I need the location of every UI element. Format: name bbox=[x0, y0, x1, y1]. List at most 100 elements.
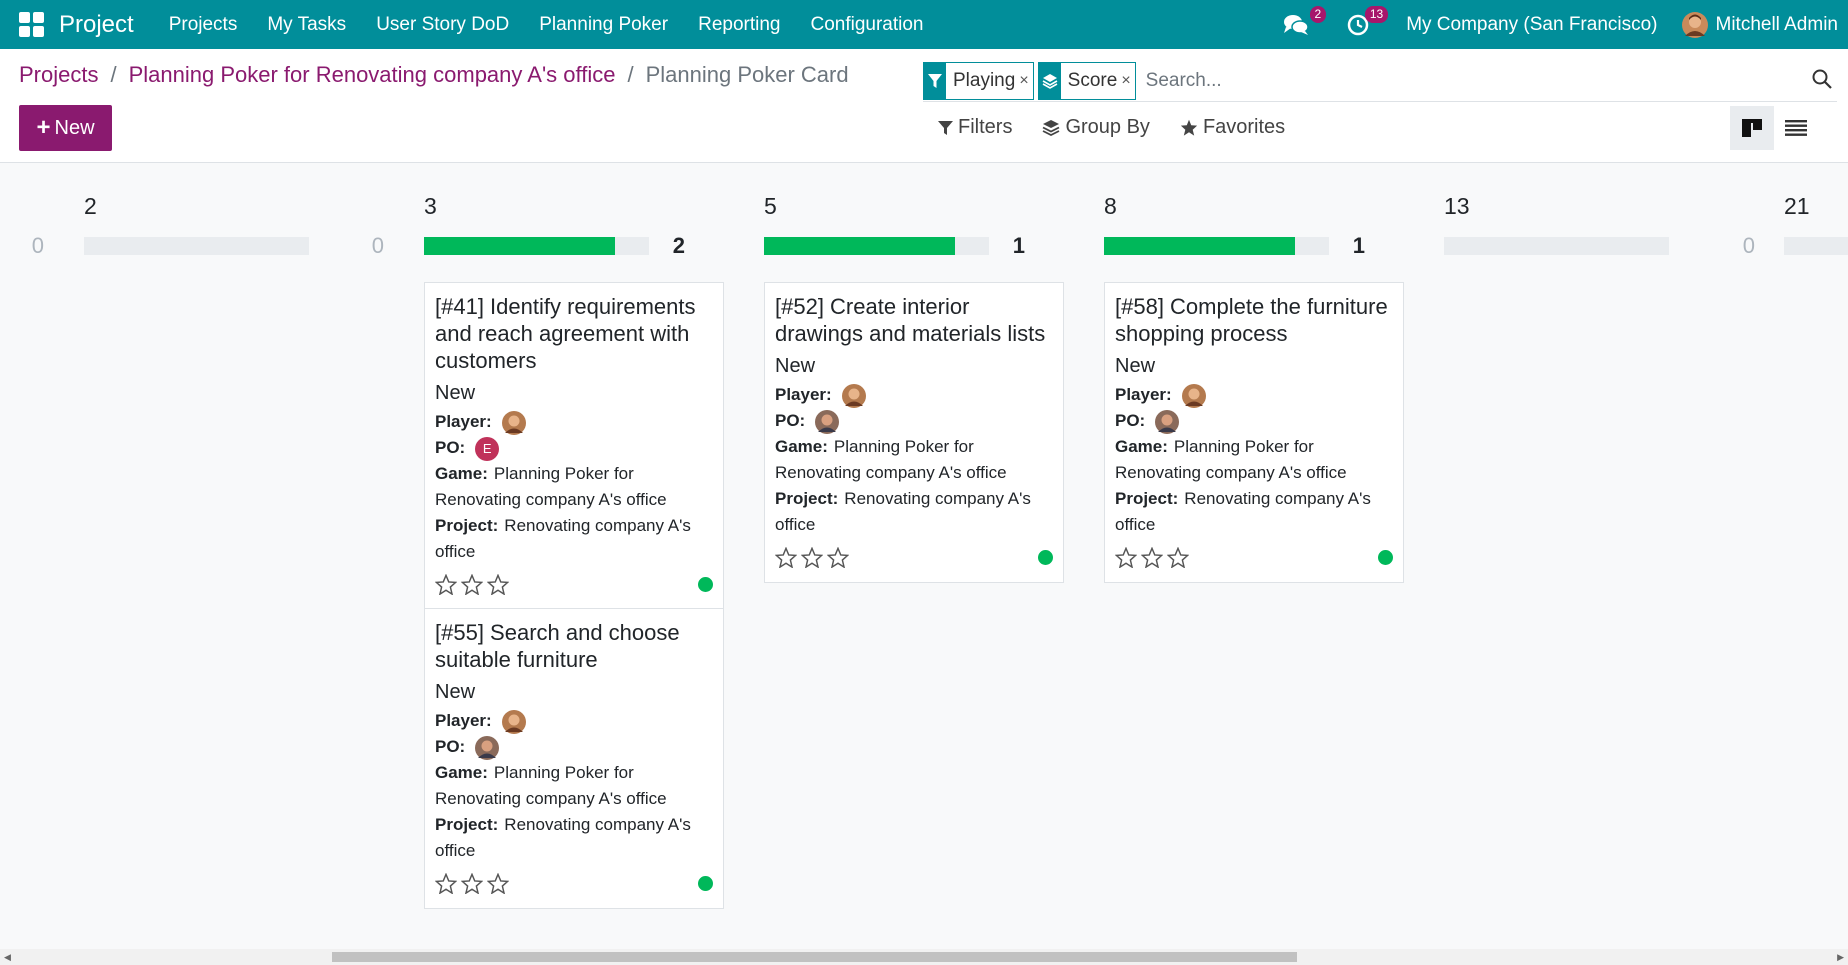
facet-remove-button[interactable]: × bbox=[1019, 72, 1032, 90]
kanban-state-dot[interactable] bbox=[698, 577, 713, 592]
player-label: Player: bbox=[435, 711, 492, 730]
list-icon bbox=[1785, 120, 1807, 136]
column-count: 2 bbox=[672, 233, 685, 258]
search-icon bbox=[1812, 69, 1832, 89]
star-icon[interactable] bbox=[435, 872, 457, 894]
column-progress-bar[interactable] bbox=[1444, 237, 1669, 255]
star-icon[interactable] bbox=[827, 546, 849, 568]
menu-item-configuration[interactable]: Configuration bbox=[795, 14, 938, 36]
filter-icon bbox=[938, 120, 953, 135]
column-progress-bar[interactable] bbox=[1784, 237, 1848, 255]
kanban-card[interactable]: [#58] Complete the furniture shopping pr… bbox=[1104, 282, 1404, 583]
po-avatar-icon[interactable] bbox=[475, 735, 500, 760]
column-title[interactable]: 21 bbox=[1784, 193, 1810, 220]
star-icon[interactable] bbox=[435, 573, 457, 595]
kanban-card[interactable]: [#55] Search and choose suitable furnitu… bbox=[424, 608, 724, 909]
player-avatar-icon[interactable] bbox=[501, 709, 526, 734]
app-menu-icon[interactable] bbox=[19, 11, 45, 38]
star-icon[interactable] bbox=[487, 573, 509, 595]
scroll-left-icon[interactable]: ◀ bbox=[4, 952, 11, 963]
column-count: 0 bbox=[1742, 233, 1755, 258]
layers-icon bbox=[1038, 61, 1061, 100]
player-avatar-icon[interactable] bbox=[501, 410, 526, 435]
filter-icon bbox=[924, 61, 946, 100]
messages-badge: 2 bbox=[1309, 5, 1327, 23]
app-name[interactable]: Project bbox=[59, 11, 134, 39]
card-footer bbox=[775, 542, 1053, 572]
groupby-label: Group By bbox=[1065, 116, 1150, 138]
search-button[interactable] bbox=[1807, 64, 1837, 94]
star-icon[interactable] bbox=[461, 872, 483, 894]
breadcrumb-separator: / bbox=[627, 62, 634, 87]
menu-item-my-tasks[interactable]: My Tasks bbox=[252, 14, 361, 36]
facet-score[interactable]: Score × bbox=[1037, 61, 1136, 100]
po-label: PO: bbox=[435, 438, 466, 457]
kanban-view-button[interactable] bbox=[1730, 106, 1774, 150]
column-title[interactable]: 5 bbox=[764, 193, 777, 220]
card-po-row: PO: E bbox=[435, 435, 713, 461]
kanban-state-dot[interactable] bbox=[1378, 550, 1393, 565]
column-title[interactable]: 13 bbox=[1444, 193, 1470, 220]
list-view-button[interactable] bbox=[1774, 106, 1818, 150]
kanban-state-dot[interactable] bbox=[1038, 550, 1053, 565]
player-label: Player: bbox=[1115, 385, 1172, 404]
kanban-card[interactable]: [#52] Create interior drawings and mater… bbox=[764, 282, 1064, 583]
player-avatar-icon[interactable] bbox=[841, 383, 866, 408]
filters-label: Filters bbox=[958, 116, 1013, 138]
star-icon[interactable] bbox=[1141, 546, 1163, 568]
star-icon[interactable] bbox=[1167, 546, 1189, 568]
column-progress-bar[interactable] bbox=[1104, 237, 1329, 255]
star-icon[interactable] bbox=[775, 546, 797, 568]
game-label: Game: bbox=[435, 763, 488, 782]
po-avatar-icon[interactable] bbox=[815, 409, 840, 434]
menu-item-reporting[interactable]: Reporting bbox=[683, 14, 795, 36]
column-progress-bar[interactable] bbox=[84, 237, 309, 255]
menu-item-user-story-dod[interactable]: User Story DoD bbox=[361, 14, 524, 36]
view-switcher bbox=[1730, 106, 1818, 150]
star-icon[interactable] bbox=[1115, 546, 1137, 568]
messages-button[interactable]: 2 bbox=[1282, 5, 1327, 39]
po-avatar[interactable]: E bbox=[475, 436, 500, 461]
search-bar: Playing × Score × bbox=[923, 60, 1837, 102]
facet-remove-button[interactable]: × bbox=[1121, 72, 1134, 90]
column-count: 1 bbox=[1352, 233, 1365, 258]
main-menu: Projects My Tasks User Story DoD Plannin… bbox=[154, 14, 939, 36]
column-title[interactable]: 3 bbox=[424, 193, 437, 220]
favorites-dropdown[interactable]: Favorites bbox=[1180, 116, 1285, 139]
po-avatar-icon[interactable] bbox=[1155, 409, 1180, 434]
breadcrumb-projects[interactable]: Projects bbox=[19, 62, 98, 88]
column-title[interactable]: 8 bbox=[1104, 193, 1117, 220]
po-label: PO: bbox=[775, 411, 806, 430]
groupby-dropdown[interactable]: Group By bbox=[1042, 116, 1150, 139]
search-input[interactable] bbox=[1145, 69, 1706, 92]
scroll-right-icon[interactable]: ▶ bbox=[1837, 952, 1844, 963]
card-player-row: Player: bbox=[1115, 382, 1393, 408]
facet-value: Score bbox=[1067, 69, 1118, 91]
activities-button[interactable]: 13 bbox=[1344, 5, 1389, 39]
horizontal-scrollbar[interactable]: ◀ ▶ bbox=[0, 949, 1848, 965]
player-label: Player: bbox=[775, 385, 832, 404]
filters-dropdown[interactable]: Filters bbox=[938, 116, 1012, 139]
card-title: [#52] Create interior drawings and mater… bbox=[775, 294, 1046, 346]
company-switcher[interactable]: My Company (San Francisco) bbox=[1406, 14, 1657, 36]
scrollbar-thumb[interactable] bbox=[332, 952, 1297, 962]
breadcrumb-project[interactable]: Planning Poker for Renovating company A'… bbox=[129, 62, 616, 88]
kanban-board: 2 0 3 0 2 5 1 8 1 13 0 21 [#41] Identify… bbox=[0, 163, 1848, 949]
user-menu[interactable]: Mitchell Admin bbox=[1681, 11, 1838, 38]
search-options: Filters Group By Favorites bbox=[938, 116, 1315, 139]
kanban-icon bbox=[1742, 119, 1762, 137]
star-icon[interactable] bbox=[801, 546, 823, 568]
favorites-label: Favorites bbox=[1202, 116, 1286, 138]
player-avatar-icon[interactable] bbox=[1181, 383, 1206, 408]
kanban-state-dot[interactable] bbox=[698, 876, 713, 891]
new-button[interactable]: + New bbox=[19, 105, 112, 151]
menu-item-planning-poker[interactable]: Planning Poker bbox=[524, 14, 683, 36]
menu-item-projects[interactable]: Projects bbox=[154, 14, 253, 36]
column-progress-bar[interactable] bbox=[764, 237, 989, 255]
kanban-card[interactable]: [#41] Identify requirements and reach ag… bbox=[424, 282, 724, 610]
facet-playing[interactable]: Playing × bbox=[923, 61, 1034, 100]
star-icon[interactable] bbox=[487, 872, 509, 894]
column-title[interactable]: 2 bbox=[84, 193, 97, 220]
star-icon[interactable] bbox=[461, 573, 483, 595]
column-progress-bar[interactable] bbox=[424, 237, 649, 255]
